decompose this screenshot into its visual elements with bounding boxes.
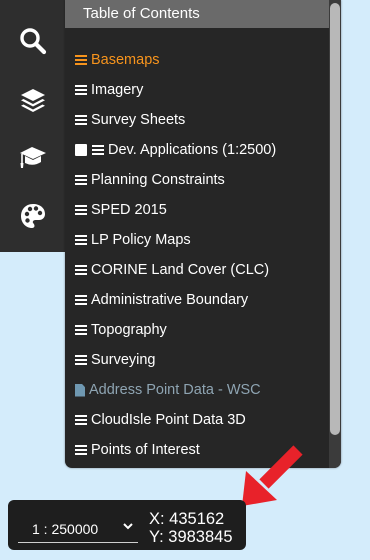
menu-icon [75, 414, 87, 426]
y-coordinate: Y: 3983845 [149, 528, 233, 546]
toc-item-label: Imagery [91, 82, 144, 98]
menu-icon [75, 54, 87, 66]
layer-visibility-checkbox[interactable] [75, 144, 87, 156]
toc-item-corine-land-cover[interactable]: CORINE Land Cover (CLC) [75, 255, 329, 285]
toc-item-planning-constraints[interactable]: Planning Constraints [75, 165, 329, 195]
menu-icon [75, 294, 87, 306]
scale-select[interactable]: 1 : 250000 [18, 516, 138, 543]
toc-item-label: LP Policy Maps [91, 232, 191, 248]
toc-item-label: Basemaps [91, 52, 160, 68]
x-coordinate: X: 435162 [149, 510, 225, 528]
scale-coordinates-box: 1 : 250000 X: 435162 Y: 3983845 [8, 500, 246, 550]
layer-list: Basemaps Imagery Survey Sheets Dev. Appl… [75, 45, 329, 465]
toc-scrollbar[interactable] [329, 0, 341, 468]
toc-item-basemaps[interactable]: Basemaps [75, 45, 329, 75]
table-of-contents-panel: Table of Contents Basemaps Imagery Surve… [65, 0, 341, 468]
menu-icon [75, 174, 87, 186]
pointer-arrow-icon [242, 445, 303, 506]
toc-item-imagery[interactable]: Imagery [75, 75, 329, 105]
toc-title: Table of Contents [65, 0, 329, 28]
education-button[interactable] [0, 132, 66, 182]
toc-item-topography[interactable]: Topography [75, 315, 329, 345]
toc-item-label: CORINE Land Cover (CLC) [91, 262, 270, 278]
coordinates-readout: X: 435162 Y: 3983845 [149, 510, 233, 546]
document-icon [75, 383, 85, 397]
toc-item-label: Planning Constraints [91, 172, 225, 188]
layers-button[interactable] [0, 75, 66, 125]
menu-icon [75, 114, 87, 126]
toc-item-label: Topography [91, 322, 167, 338]
toc-item-label: Survey Sheets [91, 112, 186, 128]
menu-icon [75, 234, 87, 246]
menu-icon [75, 444, 87, 456]
toc-item-label: Surveying [91, 352, 156, 368]
layers-icon [21, 89, 45, 112]
toc-item-label: Administrative Boundary [91, 292, 249, 308]
menu-icon [92, 144, 104, 156]
menu-icon [75, 264, 87, 276]
toc-item-label: Points of Interest [91, 442, 200, 458]
menu-icon [75, 324, 87, 336]
toc-item-surveying[interactable]: Surveying [75, 345, 329, 375]
menu-icon [75, 84, 87, 96]
toc-item-dev-applications[interactable]: Dev. Applications (1:2500) [75, 135, 329, 165]
toc-item-administrative-boundary[interactable]: Administrative Boundary [75, 285, 329, 315]
toc-scrollbar-thumb[interactable] [330, 3, 340, 435]
search-icon [20, 28, 47, 55]
scale-value: 1 : 250000 [32, 521, 99, 537]
toc-item-label: Address Point Data - WSC [89, 382, 261, 398]
toc-item-label: CloudIsle Point Data 3D [91, 412, 246, 428]
toc-item-label: Dev. Applications (1:2500) [108, 142, 277, 158]
search-button[interactable] [0, 16, 66, 66]
graduation-cap-icon [20, 147, 46, 168]
palette-button[interactable] [0, 191, 66, 241]
chevron-down-icon [123, 523, 133, 530]
toc-item-lp-policy-maps[interactable]: LP Policy Maps [75, 225, 329, 255]
menu-icon [75, 204, 87, 216]
toc-item-survey-sheets[interactable]: Survey Sheets [75, 105, 329, 135]
toc-item-sped-2015[interactable]: SPED 2015 [75, 195, 329, 225]
menu-icon [75, 354, 87, 366]
toc-item-label: SPED 2015 [91, 202, 167, 218]
palette-icon [21, 204, 45, 228]
tool-sidebar [0, 0, 66, 252]
toc-item-address-point-data[interactable]: Address Point Data - WSC [75, 375, 329, 405]
toc-item-cloudisle-point-data[interactable]: CloudIsle Point Data 3D [75, 405, 329, 435]
